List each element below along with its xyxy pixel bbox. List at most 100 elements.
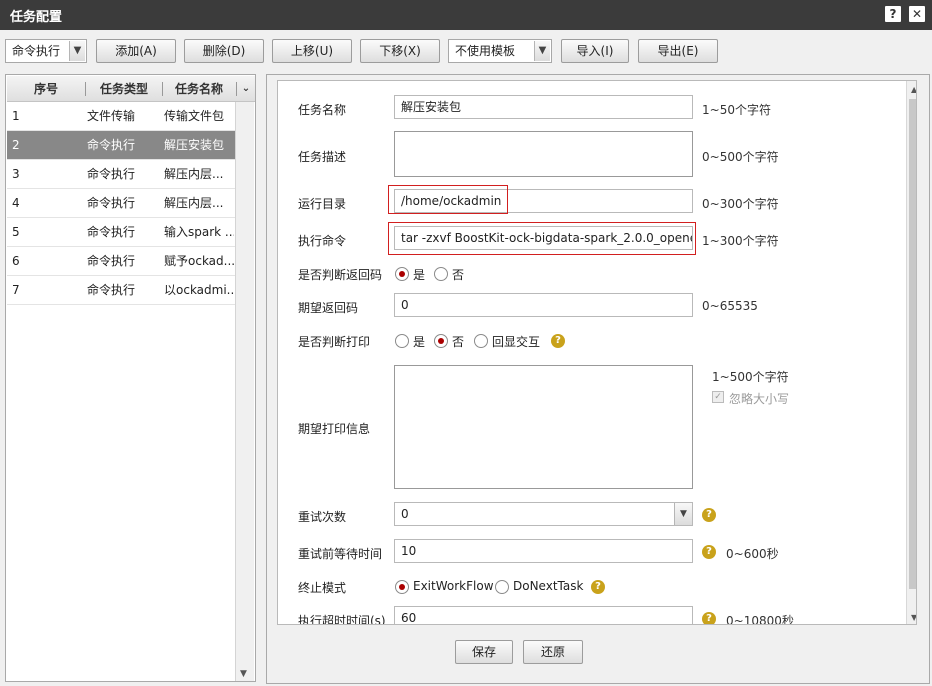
retry-select[interactable]: 0 ▼ — [394, 502, 693, 526]
config-panel: 任务名称 解压安装包 1~50个字符 任务描述 0~500个字符 运行目录 /h… — [266, 74, 930, 684]
check-return-yes-radio[interactable] — [395, 267, 409, 281]
check-return-label: 是否判断返回码 — [298, 268, 383, 282]
help-icon[interactable]: ? — [551, 334, 565, 348]
expected-print-input[interactable] — [394, 365, 693, 489]
scrollbar-thumb[interactable] — [909, 99, 916, 589]
form-scrollbar[interactable]: ▲ ▼ — [906, 81, 916, 624]
task-name-input[interactable]: 解压安装包 — [394, 95, 693, 119]
col-no[interactable]: 序号 — [7, 76, 85, 102]
row-no: 3 — [12, 167, 20, 181]
table-row[interactable]: 5 命令执行 输入spark ... — [7, 218, 235, 247]
title-bar: 任务配置 ? ✕ — [0, 0, 932, 30]
task-list-header: 序号 任务类型 任务名称 ⌄ — [7, 76, 255, 102]
import-button[interactable]: 导入(I) — [561, 39, 629, 63]
row-name: 以ockadmi... — [164, 283, 234, 297]
chevron-down-icon[interactable]: ▼ — [674, 503, 692, 525]
retry-wait-input[interactable]: 10 — [394, 539, 693, 563]
help-icon[interactable]: ? — [702, 508, 716, 522]
export-button[interactable]: 导出(E) — [638, 39, 718, 63]
add-button[interactable]: 添加(A) — [96, 39, 176, 63]
task-list-scrollbar[interactable]: ▼ — [235, 102, 254, 681]
task-name-hint: 1~50个字符 — [702, 103, 771, 117]
table-row[interactable]: 3 命令执行 解压内层... — [7, 160, 235, 189]
row-type: 文件传输 — [87, 109, 136, 123]
row-no: 4 — [12, 196, 20, 210]
highlight-box — [388, 222, 696, 255]
move-up-button[interactable]: 上移(U) — [272, 39, 352, 63]
timeout-label: 执行超时时间(s) — [298, 614, 386, 625]
row-no: 5 — [12, 225, 20, 239]
chevron-down-icon[interactable]: ▼ — [69, 41, 85, 61]
run-dir-hint: 0~300个字符 — [702, 197, 779, 211]
close-icon[interactable]: ✕ — [909, 6, 925, 22]
table-row[interactable]: 1 文件传输 传输文件包 — [7, 102, 235, 131]
template-select[interactable]: 不使用模板 ▼ — [448, 39, 552, 63]
row-no: 2 — [12, 138, 20, 152]
table-row[interactable]: 2 命令执行 解压安装包 — [7, 131, 235, 160]
row-type: 命令执行 — [87, 167, 136, 181]
stop-exit-label: ExitWorkFlow — [413, 579, 494, 593]
row-name: 解压内层... — [164, 196, 224, 210]
task-type-select[interactable]: 命令执行 ▼ — [5, 39, 87, 63]
row-name: 赋予ockad... — [164, 254, 234, 268]
timeout-input[interactable]: 60 — [394, 606, 693, 624]
task-type-value: 命令执行 — [12, 44, 61, 58]
check-print-yes-radio[interactable] — [395, 334, 409, 348]
scroll-down-icon[interactable]: ▼ — [911, 613, 916, 622]
row-type: 命令执行 — [87, 225, 136, 239]
check-return-no-radio[interactable] — [434, 267, 448, 281]
help-icon[interactable]: ? — [702, 545, 716, 559]
row-name: 解压安装包 — [164, 138, 225, 152]
restore-button[interactable]: 还原 — [523, 640, 583, 664]
save-button[interactable]: 保存 — [455, 640, 513, 664]
run-dir-label: 运行目录 — [298, 197, 347, 211]
row-name: 传输文件包 — [164, 109, 225, 123]
row-no: 1 — [12, 109, 20, 123]
task-list: 序号 任务类型 任务名称 ⌄ 1 文件传输 传输文件包 2 命令执行 解压安装包… — [5, 74, 256, 682]
chevron-down-icon[interactable]: ▼ — [534, 41, 550, 61]
task-desc-input[interactable] — [394, 131, 693, 177]
double-chevron-down-icon[interactable]: ⌄ — [237, 76, 255, 102]
expected-return-label: 期望返回码 — [298, 301, 359, 315]
retry-wait-label: 重试前等待时间 — [298, 547, 383, 561]
stop-next-label: DoNextTask — [513, 579, 584, 593]
expected-return-input[interactable]: 0 — [394, 293, 693, 317]
command-hint: 1~300个字符 — [702, 234, 779, 248]
template-value: 不使用模板 — [455, 44, 516, 58]
retry-wait-hint: 0~600秒 — [726, 547, 779, 561]
check-print-label: 是否判断打印 — [298, 335, 371, 349]
table-row[interactable]: 6 命令执行 赋予ockad... — [7, 247, 235, 276]
check-print-yes-label: 是 — [413, 335, 426, 349]
scroll-up-icon[interactable]: ▲ — [911, 85, 916, 94]
check-print-no-label: 否 — [452, 335, 465, 349]
move-down-button[interactable]: 下移(X) — [360, 39, 440, 63]
table-row[interactable]: 7 命令执行 以ockadmi... — [7, 276, 235, 305]
col-name[interactable]: 任务名称 — [163, 76, 235, 102]
row-name: 解压内层... — [164, 167, 224, 181]
toolbar: 命令执行 ▼ 添加(A) 删除(D) 上移(U) 下移(X) 不使用模板 ▼ 导… — [0, 30, 932, 72]
col-type[interactable]: 任务类型 — [86, 76, 162, 102]
ignore-case-label: 忽略大小写 — [729, 392, 790, 406]
help-icon[interactable]: ? — [885, 6, 901, 22]
stop-mode-label: 终止模式 — [298, 581, 347, 595]
timeout-hint: 0~10800秒 — [726, 614, 794, 625]
stop-exit-radio[interactable] — [395, 580, 409, 594]
delete-button[interactable]: 删除(D) — [184, 39, 264, 63]
check-print-echo-radio[interactable] — [474, 334, 488, 348]
help-icon[interactable]: ? — [702, 612, 716, 624]
task-name-label: 任务名称 — [298, 103, 347, 117]
row-no: 7 — [12, 283, 20, 297]
row-no: 6 — [12, 254, 20, 268]
expected-print-hint: 1~500个字符 — [712, 370, 789, 384]
expected-print-label: 期望打印信息 — [298, 422, 371, 436]
command-label: 执行命令 — [298, 234, 347, 248]
check-print-no-radio[interactable] — [434, 334, 448, 348]
stop-next-radio[interactable] — [495, 580, 509, 594]
task-desc-hint: 0~500个字符 — [702, 150, 779, 164]
row-type: 命令执行 — [87, 196, 136, 210]
table-row[interactable]: 4 命令执行 解压内层... — [7, 189, 235, 218]
scroll-down-icon[interactable]: ▼ — [240, 669, 247, 679]
help-icon[interactable]: ? — [591, 580, 605, 594]
check-print-echo-label: 回显交互 — [492, 335, 541, 349]
ignore-case-checkbox[interactable]: ✓ — [712, 391, 724, 403]
